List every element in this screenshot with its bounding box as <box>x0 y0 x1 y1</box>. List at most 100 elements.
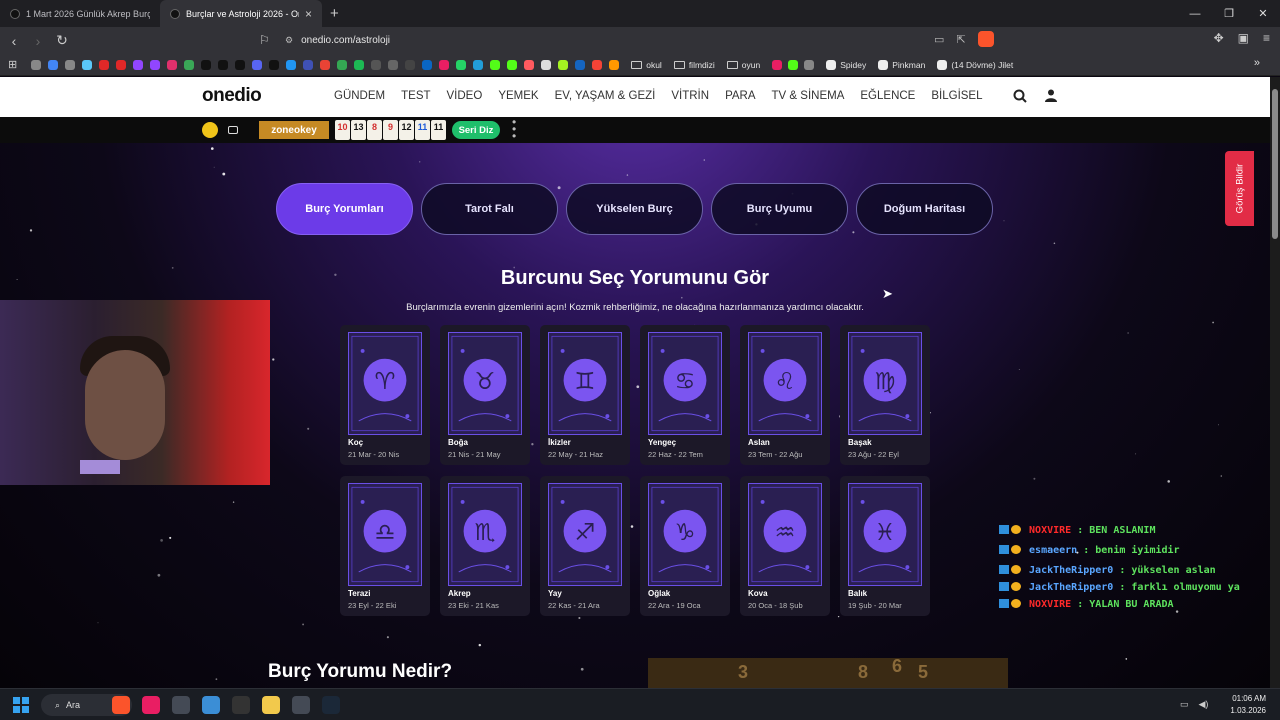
zodiac-card[interactable]: ♍ Başak 23 Ağu - 22 Eyl <box>840 325 930 465</box>
clock[interactable]: 01:06 AM 1.03.2026 <box>1230 693 1266 717</box>
taskbar-app-icon[interactable] <box>322 696 340 714</box>
more-bookmarks-icon[interactable]: » <box>1254 57 1260 69</box>
taskbar-app-icon[interactable] <box>262 696 280 714</box>
zodiac-card[interactable]: ♑ Oğlak 22 Ara - 19 Oca <box>640 476 730 616</box>
promo-banner[interactable]: zoneokey 10 13 8 9 12 11 11 Seri Diz • • • <box>0 116 1270 143</box>
bookmark-icon[interactable] <box>772 59 783 70</box>
feedback-button[interactable]: Görüş Bildir <box>1225 151 1254 226</box>
bookmark-icon[interactable] <box>337 59 348 70</box>
network-icon[interactable]: ▭ <box>1180 699 1189 710</box>
bookmark-icon[interactable] <box>371 59 382 70</box>
new-tab-button[interactable]: + <box>330 5 339 22</box>
bookmark-icon[interactable] <box>558 59 569 70</box>
zodiac-card[interactable]: ♎ Terazi 23 Eyl - 22 Eki <box>340 476 430 616</box>
bookmark-icon[interactable] <box>82 59 93 70</box>
bookmark-icon[interactable] <box>507 59 518 70</box>
bookmark-icon[interactable] <box>218 59 229 70</box>
apps-grid-icon[interactable]: ⊞ <box>8 58 17 71</box>
bookmark-icon[interactable] <box>422 59 433 70</box>
reload-icon[interactable]: ↻ <box>52 32 72 49</box>
nav-link[interactable]: EĞLENCE <box>860 90 915 102</box>
search-icon[interactable] <box>1013 89 1027 106</box>
bookmark-icon[interactable] <box>609 59 620 70</box>
bookmark-icon[interactable] <box>65 59 76 70</box>
bookmark-icon[interactable] <box>201 59 212 70</box>
bookmark-icon[interactable] <box>354 59 365 70</box>
taskbar-app-icon[interactable] <box>202 696 220 714</box>
zodiac-card[interactable]: ♈ Koç 21 Mar - 20 Nis <box>340 325 430 465</box>
bookmark-icon[interactable] <box>405 59 416 70</box>
taskbar-app-icon[interactable] <box>112 696 130 714</box>
close-window-button[interactable]: ✕ <box>1246 0 1280 27</box>
taskbar-app-icon[interactable] <box>292 696 310 714</box>
zodiac-card[interactable]: ♋ Yengeç 22 Haz - 22 Tem <box>640 325 730 465</box>
bookmark-folder-oyun[interactable]: oyun <box>726 60 760 70</box>
nav-link[interactable]: VİDEO <box>447 90 483 102</box>
tab-bur-yorumlar-[interactable]: Burç Yorumları <box>276 183 413 235</box>
windows-start-icon[interactable] <box>13 697 29 713</box>
tab-y-kselen-bur-[interactable]: Yükselen Burç <box>566 183 703 235</box>
restore-button[interactable]: ❐ <box>1212 0 1246 27</box>
minimize-button[interactable]: — <box>1178 0 1212 27</box>
brave-shields-icon[interactable] <box>977 31 994 47</box>
scrollbar-thumb[interactable] <box>1272 89 1278 239</box>
bookmark-icon[interactable] <box>303 59 314 70</box>
volume-icon[interactable]: ◀) <box>1199 699 1209 710</box>
nav-link[interactable]: PARA <box>725 90 755 102</box>
cast-icon[interactable]: ▭ <box>934 33 944 46</box>
bookmark-icon[interactable] <box>99 59 110 70</box>
forward-icon[interactable]: › <box>28 33 48 49</box>
bookmark-icon[interactable] <box>388 59 399 70</box>
tab-tarot-fal-[interactable]: Tarot Falı <box>421 183 558 235</box>
bookmark-icon[interactable] <box>788 59 799 70</box>
bookmark-pinkman[interactable]: Pinkman <box>878 59 925 70</box>
bookmark-icon[interactable] <box>252 59 263 70</box>
bookmark-icon[interactable] <box>490 59 501 70</box>
bookmark-icon[interactable] <box>473 59 484 70</box>
bookmark-icon[interactable] <box>541 59 552 70</box>
bookmark-icon[interactable] <box>575 59 586 70</box>
bookmark-icon[interactable]: ⚐ <box>259 33 270 47</box>
browser-tab-active[interactable]: Burçlar ve Astroloji 2026 - Onedio × <box>160 0 322 27</box>
bookmark-icon[interactable] <box>592 59 603 70</box>
sidebar-icon[interactable]: ▣ <box>1238 31 1249 45</box>
bookmark-icon[interactable] <box>31 59 42 70</box>
bookmark-icon[interactable] <box>269 59 280 70</box>
bookmark-icon[interactable] <box>320 59 331 70</box>
bookmark-folder-filmdizi[interactable]: filmdizi <box>673 60 715 70</box>
more-options-icon[interactable]: • • • <box>512 116 516 142</box>
extensions-icon[interactable]: ✥ <box>1214 31 1224 45</box>
address-bar[interactable]: ⚙ onedio.com/astroloji <box>285 31 1005 50</box>
zodiac-card[interactable]: ♒ Kova 20 Oca - 18 Şub <box>740 476 830 616</box>
bookmark-icon[interactable] <box>133 59 144 70</box>
bookmark-icon[interactable] <box>286 59 297 70</box>
nav-link[interactable]: TV & SİNEMA <box>772 90 845 102</box>
bookmark-icon[interactable] <box>456 59 467 70</box>
zodiac-card[interactable]: ♊ İkizler 22 May - 21 Haz <box>540 325 630 465</box>
nav-link[interactable]: EV, YAŞAM & GEZİ <box>555 90 656 102</box>
zodiac-card[interactable]: ♓ Balık 19 Şub - 20 Mar <box>840 476 930 616</box>
tab-bur-uyumu[interactable]: Burç Uyumu <box>711 183 848 235</box>
bookmark-folder-okul[interactable]: okul <box>631 60 662 70</box>
bookmark-icon[interactable] <box>184 59 195 70</box>
nav-link[interactable]: VİTRİN <box>671 90 709 102</box>
taskbar-app-icon[interactable] <box>232 696 250 714</box>
zodiac-card[interactable]: ♏ Akrep 23 Eki - 21 Kas <box>440 476 530 616</box>
taskbar-app-icon[interactable] <box>142 696 160 714</box>
nav-link[interactable]: TEST <box>401 90 430 102</box>
bookmark-icon[interactable] <box>150 59 161 70</box>
tab-do-um-haritas-[interactable]: Doğum Haritası <box>856 183 993 235</box>
bookmark-icon[interactable] <box>167 59 178 70</box>
bookmark-icon[interactable] <box>524 59 535 70</box>
bookmark-icon[interactable] <box>235 59 246 70</box>
user-icon[interactable] <box>1045 89 1057 105</box>
bookmark-icon[interactable] <box>116 59 127 70</box>
bookmark-icon[interactable] <box>804 59 815 70</box>
back-icon[interactable]: ‹ <box>4 33 24 49</box>
onedio-logo[interactable]: onedio <box>202 85 262 107</box>
page-scrollbar[interactable] <box>1270 77 1280 688</box>
browser-tab[interactable]: 1 Mart 2026 Günlük Akrep Burç Yorum <box>0 0 160 27</box>
taskbar-app-icon[interactable] <box>172 696 190 714</box>
nav-link[interactable]: GÜNDEM <box>334 90 385 102</box>
zodiac-card[interactable]: ♉ Boğa 21 Nis - 21 May <box>440 325 530 465</box>
